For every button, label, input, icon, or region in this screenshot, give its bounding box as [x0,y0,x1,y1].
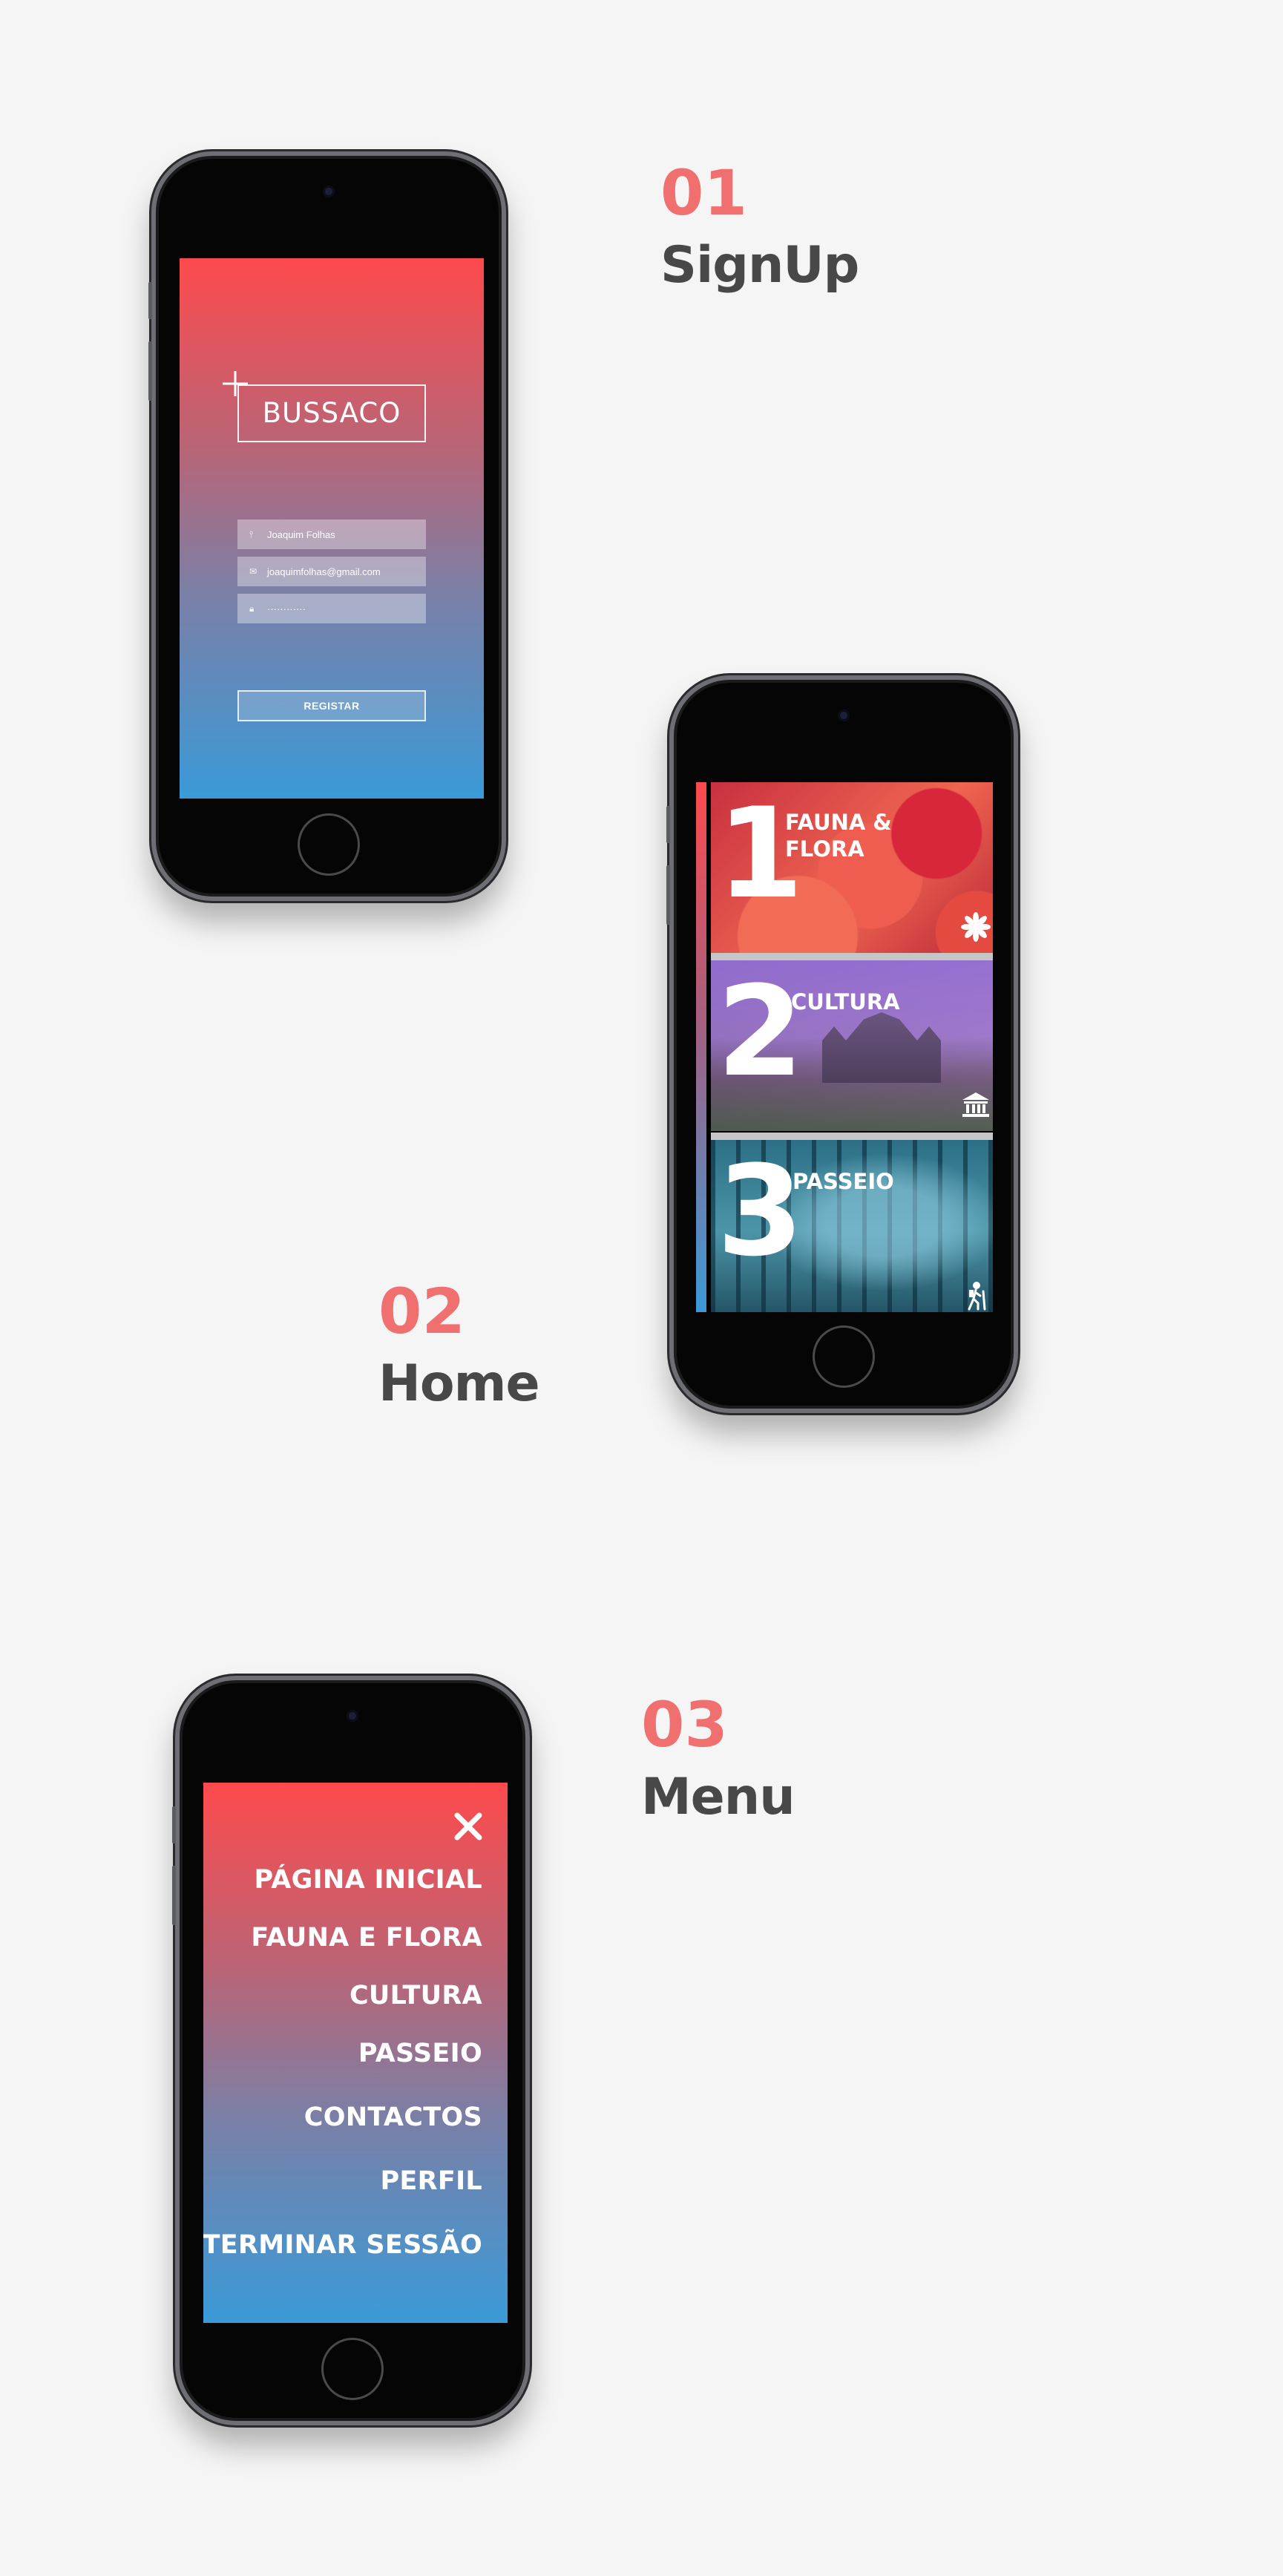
card-number: 3 [717,1140,804,1284]
email-field[interactable]: ✉ joaquimfolhas@gmail.com [237,557,426,586]
app-logo: BUSSACO [237,384,426,442]
hiker-icon [968,1282,986,1311]
menu-item-perfil[interactable]: PERFIL [203,2166,482,2197]
section-label-menu: 03 Menu [641,1694,795,1823]
phone-menu: PÁGINA INICIAL FAUNA E FLORA CULTURA PAS… [172,1676,530,2425]
palace-image [822,1012,941,1083]
museum-icon [962,1092,989,1117]
camera [347,1710,358,1722]
phone-signup: BUSSACO ⫯ Joaquim Folhas ✉ joaquimfolhas… [148,151,506,901]
close-icon[interactable] [451,1809,485,1843]
category-card-passeio[interactable]: 3 PASSEIO [711,1140,993,1312]
user-icon: ⫯ [249,528,254,540]
section-title: Menu [641,1768,795,1826]
menu-item-terminar-sessao[interactable]: TERMINAR SESSÃO [203,2229,482,2261]
home-button[interactable] [321,2338,384,2400]
section-label-home: 02 Home [378,1275,540,1413]
section-number: 01 [660,157,747,229]
section-title: Home [378,1354,540,1413]
register-button[interactable]: REGISTAR [237,690,426,721]
section-title: SignUp [660,236,859,295]
password-value: ············ [267,603,306,614]
mail-icon: ✉ [249,566,257,577]
home-button[interactable] [298,813,360,876]
lock-icon: 🔒︎ [249,603,255,614]
category-card-cultura[interactable]: 2 CULTURA [711,960,993,1131]
category-card-fauna-flora[interactable]: 1 FAUNA & FLORA [711,782,993,953]
flower-icon [961,912,991,942]
section-number: 02 [378,1275,465,1348]
menu-screen: PÁGINA INICIAL FAUNA E FLORA CULTURA PAS… [203,1783,508,2323]
email-value: joaquimfolhas@gmail.com [267,566,381,577]
menu-item-contactos[interactable]: CONTACTOS [203,2102,482,2133]
camera [838,709,850,721]
menu-item-fauna-e-flora[interactable]: FAUNA E FLORA [203,1922,482,1953]
phone-home: 1 FAUNA & FLORA 2 CULTURA 3 PASSEIO [666,675,1018,1413]
password-field[interactable]: 🔒︎ ············ [237,594,426,623]
divider [711,1133,993,1140]
name-field[interactable]: ⫯ Joaquim Folhas [237,520,426,549]
signup-screen: BUSSACO ⫯ Joaquim Folhas ✉ joaquimfolhas… [180,258,484,799]
section-label-signup: 01 SignUp [660,162,859,291]
menu-item-passeio[interactable]: PASSEIO [203,2038,482,2069]
card-title: FAUNA & FLORA [785,810,892,862]
divider [711,953,993,960]
home-button[interactable] [813,1325,875,1388]
menu-list: PÁGINA INICIAL FAUNA E FLORA CULTURA PAS… [203,1864,482,2261]
section-number: 03 [641,1688,728,1761]
card-title: CULTURA [791,989,900,1015]
camera [323,186,335,197]
card-title: PASSEIO [793,1169,894,1194]
name-value: Joaquim Folhas [267,528,335,540]
accent-bar [696,782,706,1312]
menu-item-pagina-inicial[interactable]: PÁGINA INICIAL [203,1864,482,1895]
menu-item-cultura[interactable]: CULTURA [203,1980,482,2011]
home-screen: 1 FAUNA & FLORA 2 CULTURA 3 PASSEIO [696,782,993,1312]
